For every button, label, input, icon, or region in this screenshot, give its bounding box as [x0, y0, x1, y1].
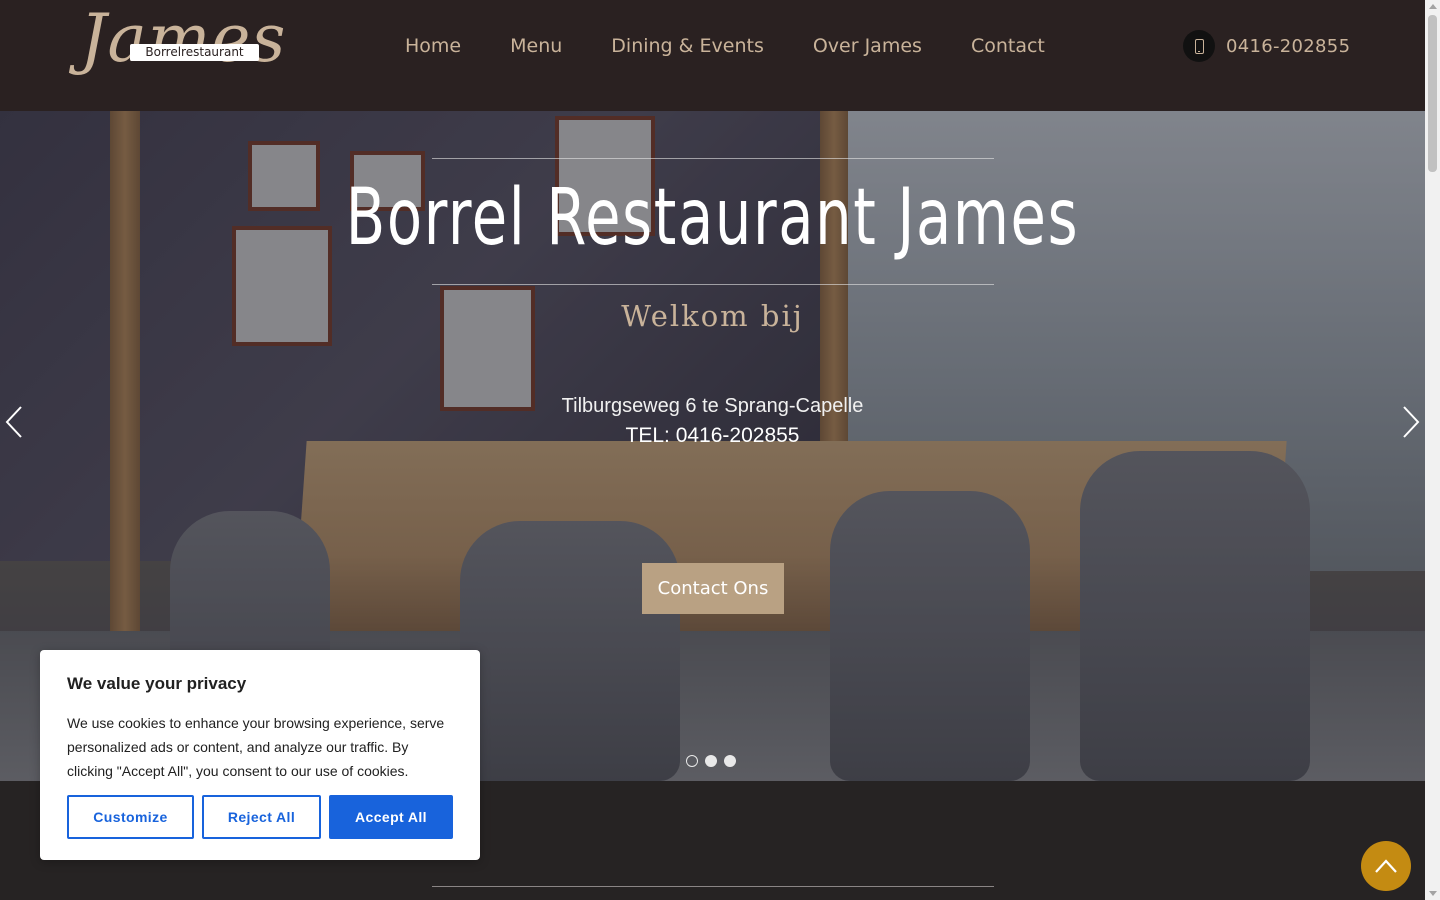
title-rule-top — [432, 158, 994, 159]
reject-all-button[interactable]: Reject All — [202, 795, 321, 839]
hero-subtitle: Welkom bij — [621, 299, 804, 333]
scroll-down-arrow[interactable] — [1429, 891, 1437, 896]
header-phone-number: 0416-202855 — [1226, 35, 1351, 57]
title-rule-bottom — [432, 284, 994, 285]
nav-contact[interactable]: Contact — [971, 34, 1045, 58]
header-phone[interactable]: 0416-202855 — [1183, 30, 1350, 62]
cookie-title: We value your privacy — [67, 674, 247, 693]
scroll-up-arrow[interactable] — [1429, 4, 1437, 9]
logo[interactable]: James Borrelrestaurant — [78, 6, 285, 94]
cookie-text: We use cookies to enhance your browsing … — [67, 715, 445, 779]
hero-phone: TEL: 0416-202855 — [625, 424, 800, 447]
scrollbar-thumb[interactable] — [1428, 15, 1437, 172]
customize-button[interactable]: Customize — [67, 795, 194, 839]
slider-dot-2[interactable] — [705, 755, 717, 767]
back-to-top-button[interactable] — [1361, 841, 1411, 891]
nav-home[interactable]: Home — [405, 34, 461, 58]
section-divider — [432, 886, 994, 887]
cookie-buttons: Customize Reject All Accept All — [67, 795, 453, 839]
cookie-consent-banner: We value your privacy We use cookies to … — [40, 650, 480, 860]
slider-dot-3[interactable] — [724, 755, 736, 767]
chevron-left-icon[interactable] — [5, 405, 23, 439]
accept-all-button[interactable]: Accept All — [329, 795, 453, 839]
chevron-up-icon — [1375, 859, 1397, 873]
chevron-right-icon[interactable] — [1402, 405, 1420, 439]
logo-badge: Borrelrestaurant — [130, 44, 259, 61]
nav-over-james[interactable]: Over James — [813, 34, 922, 58]
page-scrollbar[interactable] — [1425, 0, 1440, 900]
hero-title: Borrel Restaurant James — [345, 173, 1080, 263]
nav-menu[interactable]: Menu — [510, 34, 562, 58]
mobile-phone-icon — [1183, 30, 1215, 62]
logo-script: James — [80, 0, 287, 77]
hero-address: Tilburgseweg 6 te Sprang-Capelle — [561, 395, 864, 417]
main-nav: Home Menu Dining & Events Over James Con… — [405, 34, 1045, 58]
slider-dots — [686, 755, 736, 767]
site-header: James Borrelrestaurant Home Menu Dining … — [0, 0, 1425, 111]
nav-dining-events[interactable]: Dining & Events — [611, 34, 764, 58]
contact-us-button[interactable]: Contact Ons — [642, 563, 784, 614]
slider-dot-1[interactable] — [686, 755, 698, 767]
